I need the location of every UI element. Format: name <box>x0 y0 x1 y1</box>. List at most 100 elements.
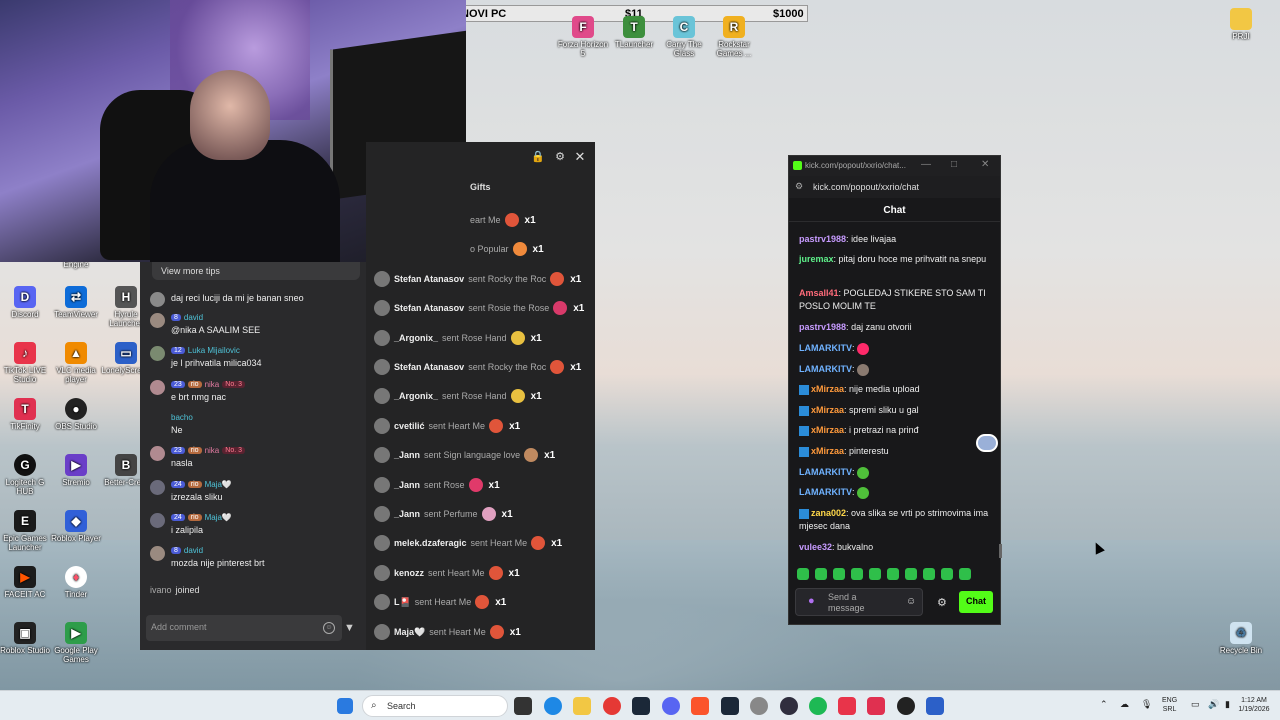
chat-username[interactable]: zana002 <box>811 508 846 518</box>
comment-username[interactable]: david <box>184 546 203 555</box>
view-more-tips-button[interactable]: View more tips <box>152 262 360 280</box>
tiktok-icon[interactable] <box>838 697 856 715</box>
volume-icon[interactable]: 🔊 <box>1208 699 1219 710</box>
comment-username[interactable]: Maja🤍 <box>205 513 232 522</box>
microphone-icon[interactable]: ● <box>808 596 815 607</box>
comment-username[interactable]: bacho <box>171 413 193 422</box>
scrollbar[interactable] <box>999 544 1002 558</box>
desktop-icon-google-play[interactable]: ▶ Google Play Games <box>48 622 104 664</box>
tikfinity-icon[interactable] <box>867 697 885 715</box>
edge-icon[interactable] <box>544 697 562 715</box>
chat-username[interactable]: Amsall41 <box>799 288 839 298</box>
settings-icon[interactable]: ⚙ <box>553 150 567 164</box>
chat-username[interactable]: xMirzaa <box>811 384 844 394</box>
emote-icon[interactable] <box>869 568 881 580</box>
desktop-icon-epic[interactable]: E Epic Games Launcher <box>0 510 53 552</box>
desktop-icon-tinder[interactable]: ♦ Tinder <box>48 566 104 599</box>
translate-icon[interactable] <box>976 434 998 452</box>
settings-icon[interactable] <box>750 697 768 715</box>
chat-username[interactable]: LAMARKITV <box>799 467 852 477</box>
spotify-icon[interactable] <box>809 697 827 715</box>
gifts-tab[interactable]: Gifts <box>470 182 491 192</box>
steam-icon[interactable] <box>632 697 650 715</box>
desktop-icon-forza[interactable]: F Forza Horizon 5 <box>555 16 611 58</box>
filter-icon[interactable]: ▼ <box>344 622 355 634</box>
maximize-icon[interactable]: □ <box>951 159 957 170</box>
chat-username[interactable]: pastrv1988 <box>799 322 846 332</box>
file-explorer-icon[interactable] <box>573 697 591 715</box>
desktop-icon-carry-the-glass[interactable]: C Carry The Glass <box>656 16 712 58</box>
emoji-icon[interactable]: ☺ <box>323 622 335 634</box>
gift-sender[interactable]: Maja🤍 <box>394 627 425 638</box>
emote-icon[interactable] <box>923 568 935 580</box>
comment-username[interactable]: david <box>184 313 203 322</box>
gift-sender[interactable]: Stefan Atanasov <box>394 362 464 372</box>
chat-username[interactable]: LAMARKITV <box>799 364 852 374</box>
chrome-icon[interactable] <box>603 697 621 715</box>
desktop-icon-recycle-bin[interactable]: ♻ Recycle Bin <box>1213 622 1269 655</box>
comment-username[interactable]: nika <box>205 380 220 389</box>
minimize-icon[interactable]: — <box>921 159 931 170</box>
windows-start-icon[interactable] <box>337 698 353 714</box>
desktop-icon-vlc[interactable]: ▲ VLC media player <box>48 342 104 384</box>
desktop-icon-tikfinity[interactable]: T TikFinity <box>0 398 53 431</box>
desktop-icon-logitech[interactable]: G Logitech G HUB <box>0 454 53 496</box>
close-icon[interactable]: ✕ <box>981 159 989 170</box>
lock-icon[interactable]: 🔒 <box>531 150 545 164</box>
network-icon[interactable]: ▭ <box>1191 699 1200 710</box>
chat-username[interactable]: pastrv1988 <box>799 234 846 244</box>
gift-sender[interactable]: _Jann <box>394 509 420 519</box>
battery-icon[interactable]: ▮ <box>1225 699 1230 710</box>
chat-username[interactable]: LAMARKITV <box>799 487 852 497</box>
comment-username[interactable]: nika <box>205 446 220 455</box>
emote-icon[interactable] <box>941 568 953 580</box>
desktop-icon-roblox-studio[interactable]: ▣ Roblox Studio <box>0 622 53 655</box>
close-icon[interactable]: ✕ <box>573 150 587 164</box>
comment-username[interactable]: Luka Mijailovic <box>188 346 240 355</box>
emote-icon[interactable] <box>833 568 845 580</box>
emote-icon[interactable] <box>851 568 863 580</box>
desktop-icon-stremio[interactable]: ▶ Stremio <box>48 454 104 487</box>
desktop-icon-teamviewer[interactable]: ⇄ TeamViewer <box>48 286 104 319</box>
brave-icon[interactable] <box>691 697 709 715</box>
gift-sender[interactable]: _Jann <box>394 480 420 490</box>
emote-icon[interactable] <box>815 568 827 580</box>
gift-sender[interactable]: Stefan Atanasov <box>394 274 464 284</box>
desktop-icon-discord[interactable]: D Discord <box>0 286 53 319</box>
desktop-icon-faceit[interactable]: ▶ FACEIT AC <box>0 566 53 599</box>
lonelyscreen-icon[interactable] <box>926 697 944 715</box>
gift-sender[interactable]: _Argonix_ <box>394 333 438 343</box>
comment-username[interactable]: Maja🤍 <box>205 480 232 489</box>
desktop-icon-tlauncher[interactable]: T TLauncher <box>606 16 662 49</box>
obs-icon[interactable] <box>780 697 798 715</box>
chat-settings-icon[interactable]: ⚙ <box>937 596 947 609</box>
steam-alt-icon[interactable] <box>721 697 739 715</box>
gift-sender[interactable]: L🎴 <box>394 597 411 608</box>
desktop-icon-tiktok-live[interactable]: ♪ TikTok LIVE Studio <box>0 342 53 384</box>
app-icon[interactable] <box>897 697 915 715</box>
chevron-up-icon[interactable]: ⌃ <box>1100 699 1108 710</box>
chat-send-button[interactable]: Chat <box>959 591 993 613</box>
emote-icon[interactable] <box>797 568 809 580</box>
chat-username[interactable]: xMirzaa <box>811 446 844 456</box>
desktop-icon-rockstar[interactable]: R Rockstar Games ... <box>706 16 762 58</box>
microphone-icon[interactable]: 🎙 <box>1141 699 1152 710</box>
chat-username[interactable]: xMirzaa <box>811 405 844 415</box>
emote-icon[interactable] <box>959 568 971 580</box>
site-settings-icon[interactable]: ⚙ <box>795 181 803 192</box>
emoji-icon[interactable]: ☺ <box>906 596 916 607</box>
chat-username[interactable]: xMirzaa <box>811 425 844 435</box>
emote-icon[interactable] <box>905 568 917 580</box>
send-message-input[interactable]: ● Send a message ☺ <box>795 588 923 616</box>
chat-username[interactable]: juremax <box>799 254 834 264</box>
language-indicator[interactable]: ENG SRL <box>1162 696 1177 714</box>
gift-sender[interactable]: _Argonix_ <box>394 391 438 401</box>
chat-username[interactable]: vulee32 <box>799 542 832 552</box>
desktop-icon-prji-folder[interactable]: PRJI <box>1213 8 1269 41</box>
discord-icon[interactable] <box>662 697 680 715</box>
desktop-icon-obs[interactable]: ● OBS Studio <box>48 398 104 431</box>
chat-username[interactable]: LAMARKITV <box>799 343 852 353</box>
task-view-icon[interactable] <box>514 697 532 715</box>
gift-sender[interactable]: _Jann <box>394 450 420 460</box>
desktop-icon-roblox-player[interactable]: ◆ Roblox Player <box>48 510 104 543</box>
